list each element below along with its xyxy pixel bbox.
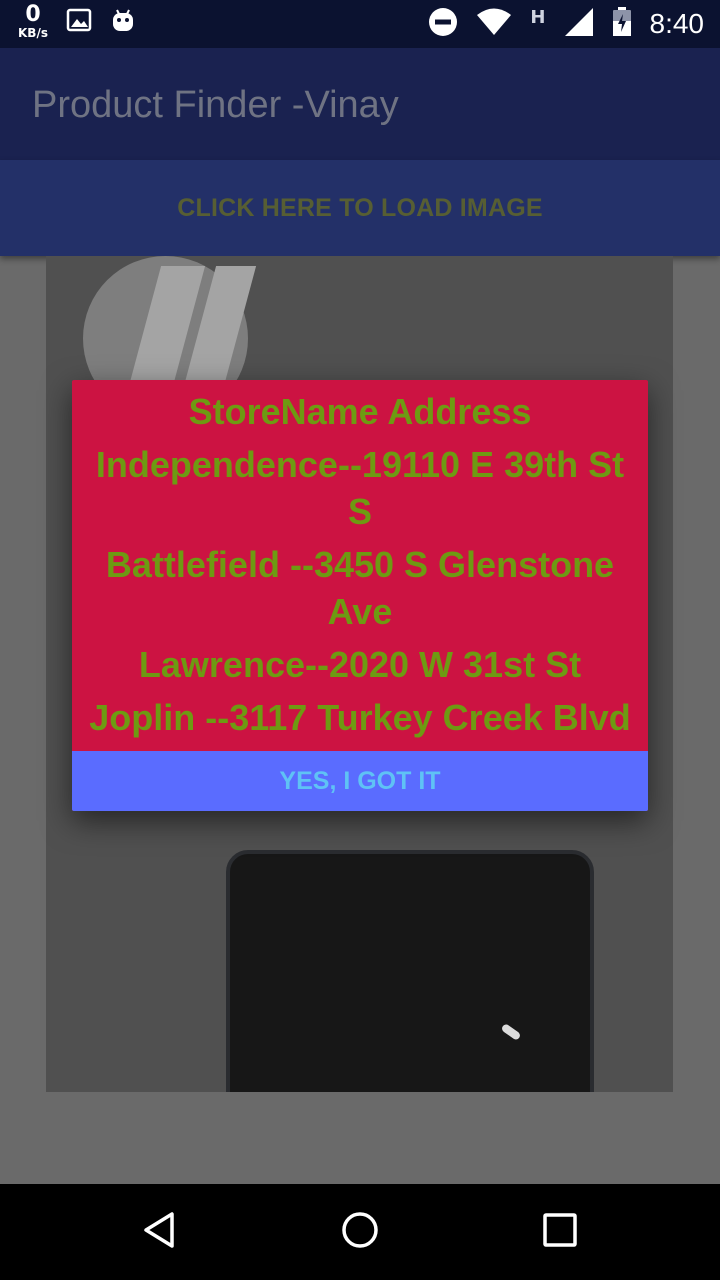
store-entry-lawrence: Lawrence--2020 W 31st St [80,641,640,688]
do-not-disturb-icon [428,7,458,41]
dialog-content: StoreName Address Independence--19110 E … [72,380,648,751]
network-speed-value: 0 [25,2,41,27]
photo-phone [226,850,594,1092]
dialog-header: StoreName Address [188,391,532,432]
app-bar: Product Finder -Vinay [0,48,720,160]
wifi-icon [476,8,512,40]
back-button[interactable] [130,1202,190,1262]
store-list-dialog: StoreName Address Independence--19110 E … [72,380,648,811]
home-button[interactable] [330,1202,390,1262]
navigation-bar [0,1184,720,1280]
back-icon [140,1210,180,1254]
store-address: --3450 S Glenstone Ave [289,544,615,632]
store-name: Battlefield [105,544,280,585]
android-icon [110,7,136,37]
network-type: H [530,6,546,28]
store-entry-battlefield: Battlefield --3450 S Glenstone Ave [80,541,640,635]
store-address: --2020 W 31st St [304,644,582,685]
status-bar: 0 KB/s H 8:40 [0,0,720,48]
recents-button[interactable] [530,1202,590,1262]
store-entry-joplin: Joplin --3117 Turkey Creek Blvd [80,694,640,741]
recents-icon [540,1210,580,1254]
app-title: Product Finder -Vinay [32,84,399,126]
network-speed: 0 KB/s [18,2,48,40]
cell-signal-icon [564,7,594,41]
gallery-icon [66,8,92,36]
battery-icon [612,7,632,41]
store-address: --3117 Turkey Creek Blvd [205,697,631,738]
store-name: Lawrence [138,644,305,685]
store-entry-independence: Independence--19110 E 39th St S [80,441,640,535]
home-icon [340,1210,380,1254]
confirm-button[interactable]: YES, I GOT IT [72,751,648,811]
store-name: Independence [95,444,338,485]
network-speed-unit: KB/s [18,26,48,40]
store-address: --19110 E 39th St S [337,444,625,532]
clock: 8:40 [649,8,705,39]
store-name: Joplin [89,697,196,738]
load-image-button[interactable]: CLICK HERE TO LOAD IMAGE [0,160,720,256]
